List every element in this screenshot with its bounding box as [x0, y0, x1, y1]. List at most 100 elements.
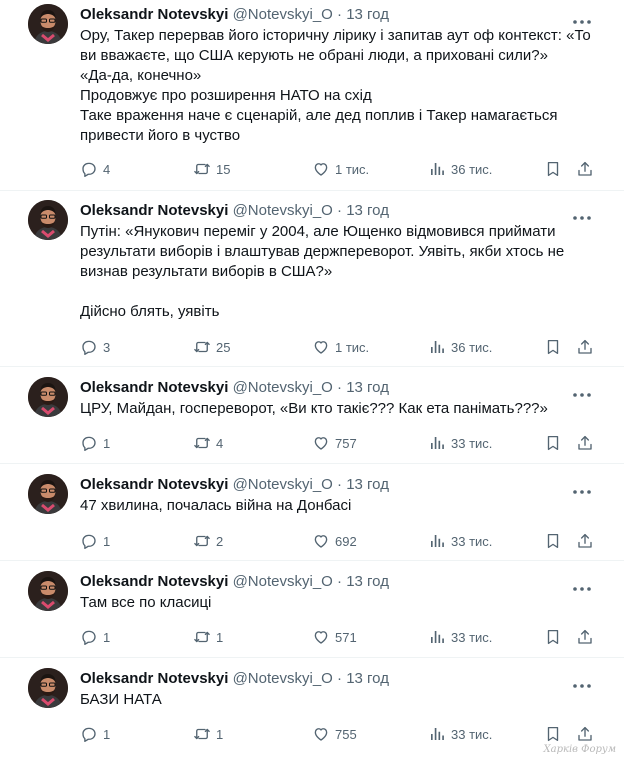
bookmark-icon[interactable]	[544, 160, 562, 178]
repost-button[interactable]: 2	[193, 529, 223, 553]
views-bar-chart-icon	[431, 437, 444, 449]
author-name[interactable]: Oleksandr Notevskyi	[80, 670, 228, 687]
tweet-time[interactable]: 13 год	[346, 670, 389, 687]
author-name[interactable]: Oleksandr Notevskyi	[80, 476, 228, 493]
bookmark-icon[interactable]	[544, 338, 562, 356]
author-name[interactable]: Oleksandr Notevskyi	[80, 6, 228, 23]
views-button[interactable]: 36 тис.	[428, 157, 492, 181]
tweet-time[interactable]: 13 год	[346, 476, 389, 493]
like-button[interactable]: 1 тис.	[312, 335, 369, 359]
tweet-header: Oleksandr Notevskyi @Notevskyi_O · 13 го…	[80, 668, 389, 690]
author-handle[interactable]: @Notevskyi_O	[233, 202, 333, 219]
views-button[interactable]: 33 тис.	[428, 722, 492, 746]
share-upload-icon[interactable]	[576, 160, 594, 178]
author-handle[interactable]: @Notevskyi_O	[233, 6, 333, 23]
tweet-time[interactable]: 13 год	[346, 202, 389, 219]
share-upload-icon[interactable]	[576, 338, 594, 356]
like-button[interactable]: 571	[312, 625, 357, 649]
reply-count: 1	[103, 629, 111, 645]
more-dots-icon[interactable]	[572, 676, 592, 688]
share-upload-icon[interactable]	[576, 532, 594, 550]
more-dots-icon[interactable]	[572, 12, 592, 24]
bookmark-icon[interactable]	[544, 532, 562, 550]
like-button[interactable]: 692	[312, 529, 357, 553]
tweet-text-line: привести його в чуство	[80, 127, 241, 144]
reply-button[interactable]: 1	[80, 625, 110, 649]
tweet-text: 47 хвилина, почалась війна на Донбасі	[80, 496, 580, 516]
tweet-text-line: визнав результати виборів в США?»	[80, 263, 333, 280]
repost-button[interactable]: 25	[193, 335, 230, 359]
like-button[interactable]: 1 тис.	[312, 157, 369, 181]
author-handle[interactable]: @Notevskyi_O	[233, 670, 333, 687]
tweet-time[interactable]: 13 год	[346, 379, 389, 396]
repost-button[interactable]: 15	[193, 157, 230, 181]
separator-dot: ·	[332, 6, 347, 23]
more-dots-icon[interactable]	[572, 482, 592, 494]
avatar[interactable]	[28, 377, 68, 417]
author-handle[interactable]: @Notevskyi_O	[233, 573, 333, 590]
tweet-header: Oleksandr Notevskyi @Notevskyi_O · 13 го…	[80, 200, 389, 222]
views-bar-chart-icon	[431, 341, 444, 353]
share-upload-icon[interactable]	[576, 434, 594, 452]
bookmark-icon[interactable]	[544, 628, 562, 646]
more-dots-icon[interactable]	[572, 208, 592, 220]
tweet-time[interactable]: 13 год	[346, 6, 389, 23]
views-bar-chart-icon	[431, 631, 444, 643]
separator-dot: ·	[332, 573, 347, 590]
avatar[interactable]	[28, 668, 68, 708]
reply-button[interactable]: 4	[80, 157, 110, 181]
separator-dot: ·	[332, 670, 347, 687]
like-button[interactable]: 755	[312, 722, 357, 746]
repost-button[interactable]: 1	[193, 625, 223, 649]
bookmark-icon[interactable]	[544, 434, 562, 452]
views-bar-chart-icon	[431, 163, 444, 175]
tweet-text-line: Ору, Такер перервав його історичну лірик…	[80, 27, 591, 44]
repost-count: 1	[216, 726, 224, 742]
watermark-text: Харків Форум	[543, 744, 616, 755]
views-button[interactable]: 36 тис.	[428, 335, 492, 359]
repost-count: 1	[216, 629, 224, 645]
reply-bubble-icon	[82, 630, 96, 646]
tweet-time[interactable]: 13 год	[346, 573, 389, 590]
reply-count: 1	[103, 435, 111, 451]
more-dots-icon[interactable]	[572, 385, 592, 397]
tweet-actions: 1 1 755 33 тис.	[80, 722, 600, 746]
tweet-text-line	[80, 282, 580, 302]
avatar[interactable]	[28, 571, 68, 611]
reply-button[interactable]: 1	[80, 529, 110, 553]
bookmark-icon[interactable]	[544, 725, 562, 743]
reply-button[interactable]: 1	[80, 431, 110, 455]
views-count: 33 тис.	[451, 726, 493, 742]
tweet-text-line: ви вважаєте, що США керують не обрані лю…	[80, 47, 548, 64]
repost-count: 25	[216, 339, 231, 355]
repost-button[interactable]: 4	[193, 431, 223, 455]
tweet-text-line: 47 хвилина, почалась війна на Донбасі	[80, 497, 352, 514]
author-handle[interactable]: @Notevskyi_O	[233, 476, 333, 493]
avatar[interactable]	[28, 200, 68, 240]
repost-button[interactable]: 1	[193, 722, 223, 746]
share-upload-icon[interactable]	[576, 725, 594, 743]
reply-count: 4	[103, 161, 111, 177]
avatar[interactable]	[28, 474, 68, 514]
reply-bubble-icon	[82, 162, 96, 178]
like-count: 1 тис.	[335, 339, 370, 355]
reply-button[interactable]: 1	[80, 722, 110, 746]
tweet-divider	[0, 366, 624, 367]
reply-button[interactable]: 3	[80, 335, 110, 359]
author-name[interactable]: Oleksandr Notevskyi	[80, 379, 228, 396]
author-name[interactable]: Oleksandr Notevskyi	[80, 202, 228, 219]
views-button[interactable]: 33 тис.	[428, 625, 492, 649]
heart-outline-icon	[314, 728, 328, 741]
tweet-text-line: Путін: «Янукович переміг у 2004, але Юще…	[80, 223, 556, 240]
views-button[interactable]: 33 тис.	[428, 431, 492, 455]
views-button[interactable]: 33 тис.	[428, 529, 492, 553]
repost-count: 15	[216, 161, 231, 177]
author-handle[interactable]: @Notevskyi_O	[233, 379, 333, 396]
more-dots-icon[interactable]	[572, 579, 592, 591]
share-upload-icon[interactable]	[576, 628, 594, 646]
views-count: 36 тис.	[451, 339, 493, 355]
repost-arrows-icon	[194, 631, 210, 643]
author-name[interactable]: Oleksandr Notevskyi	[80, 573, 228, 590]
like-button[interactable]: 757	[312, 431, 357, 455]
avatar[interactable]	[28, 4, 68, 44]
